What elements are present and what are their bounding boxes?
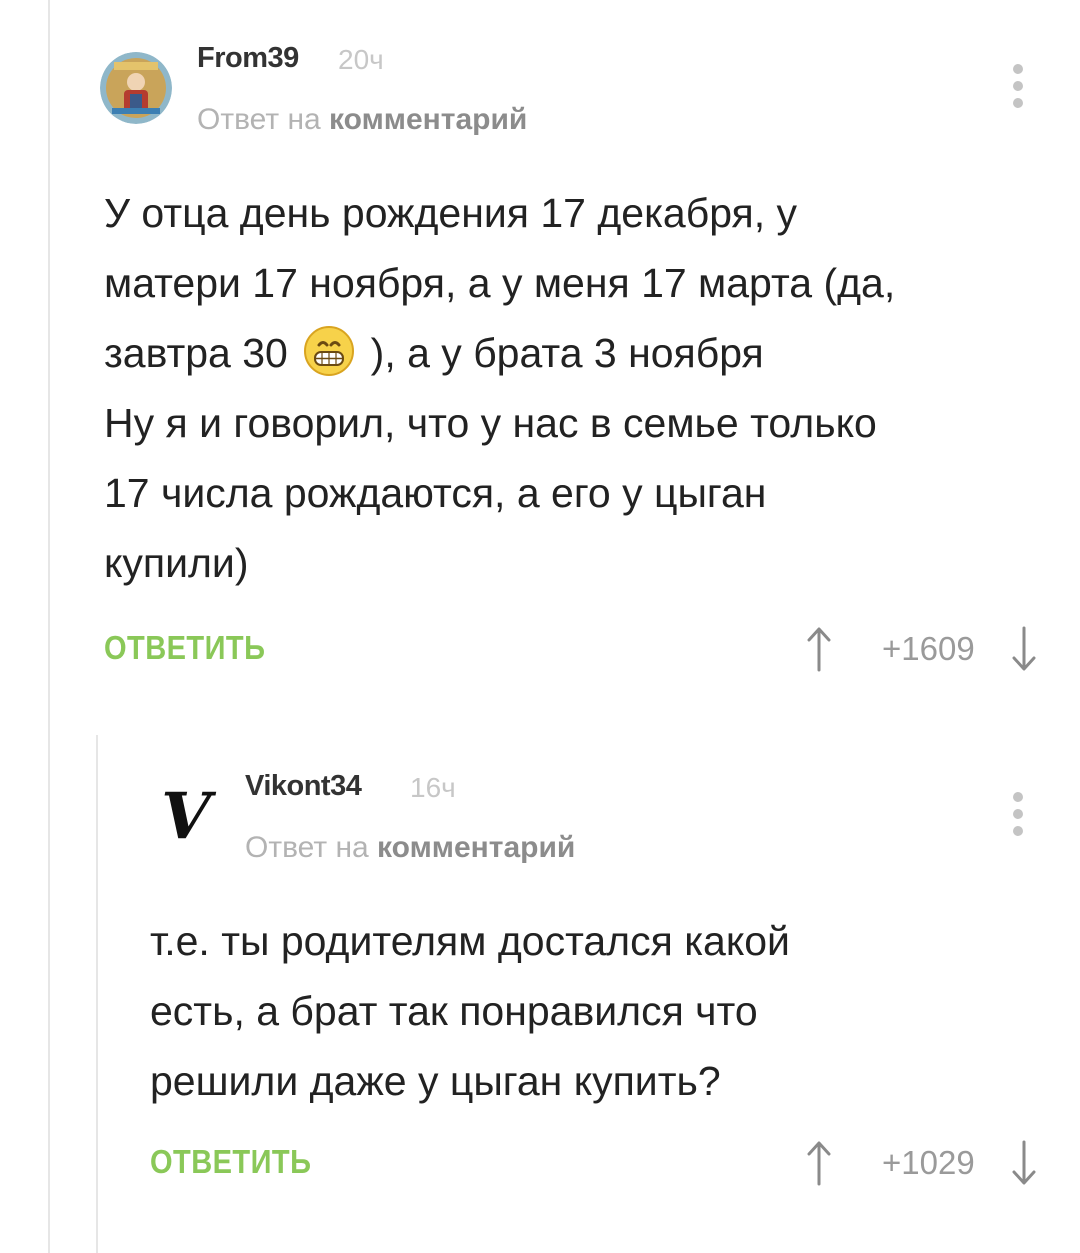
reply-button[interactable]: ОТВЕТИТЬ: [104, 629, 265, 667]
more-menu-icon[interactable]: [1003, 64, 1033, 108]
comment-line: купили): [104, 540, 249, 586]
vote-controls: +1609: [806, 626, 1037, 672]
comment-text: У отца день рождения 17 декабря, у матер…: [104, 178, 895, 598]
timestamp: 16ч: [410, 772, 456, 803]
downvote-arrow-icon[interactable]: [1011, 626, 1037, 672]
comment-fragment: ), а у брата 3 ноября: [370, 330, 764, 376]
timestamp: 20ч: [338, 44, 384, 75]
reply-to-line: Ответ на комментарий: [245, 831, 575, 865]
comment-fragment: завтра 30: [104, 330, 288, 376]
comment-line: матери 17 ноября, а у меня 17 марта (да,: [104, 260, 896, 306]
upvote-arrow-icon[interactable]: [806, 626, 832, 672]
comment-line-emoji: завтра 30 ), а у брата 3 ноября: [104, 318, 895, 388]
reply-to-prefix: Ответ на: [197, 103, 321, 136]
rating-score: +1029: [882, 1144, 975, 1181]
comment-line: есть, а брат так понравился что: [150, 988, 758, 1034]
rating-score: +1609: [882, 630, 975, 667]
vote-controls: +1029: [806, 1140, 1037, 1186]
avatar-letter: V: [161, 780, 217, 852]
username[interactable]: Vikont34: [245, 770, 362, 803]
comment-text: т.е. ты родителям достался какой есть, а…: [150, 906, 790, 1116]
upvote-arrow-icon[interactable]: [806, 1140, 832, 1186]
avatar[interactable]: V: [150, 780, 222, 852]
reply-to-line: Ответ на комментарий: [197, 103, 527, 137]
reply-button[interactable]: ОТВЕТИТЬ: [150, 1143, 311, 1181]
grinning-face-emoji-icon: [304, 326, 355, 376]
username[interactable]: From39: [197, 42, 299, 75]
thread-line-nested: [96, 735, 98, 1253]
comment-line: 17 числа рождаются, а его у цыган: [104, 470, 767, 516]
reply-to-link[interactable]: комментарий: [377, 831, 575, 864]
comment-line: т.е. ты родителям достался какой: [150, 918, 790, 964]
more-menu-icon[interactable]: [1003, 792, 1033, 836]
downvote-arrow-icon[interactable]: [1011, 1140, 1037, 1186]
avatar[interactable]: [100, 52, 172, 124]
comment-line: Ну я и говорил, что у нас в семье только: [104, 400, 877, 446]
comment-line: У отца день рождения 17 декабря, у: [104, 190, 798, 236]
thread-line-outer: [48, 0, 50, 1253]
reply-to-link[interactable]: комментарий: [329, 103, 527, 136]
reply-to-prefix: Ответ на: [245, 831, 369, 864]
comment-line: решили даже у цыган купить?: [150, 1058, 721, 1104]
